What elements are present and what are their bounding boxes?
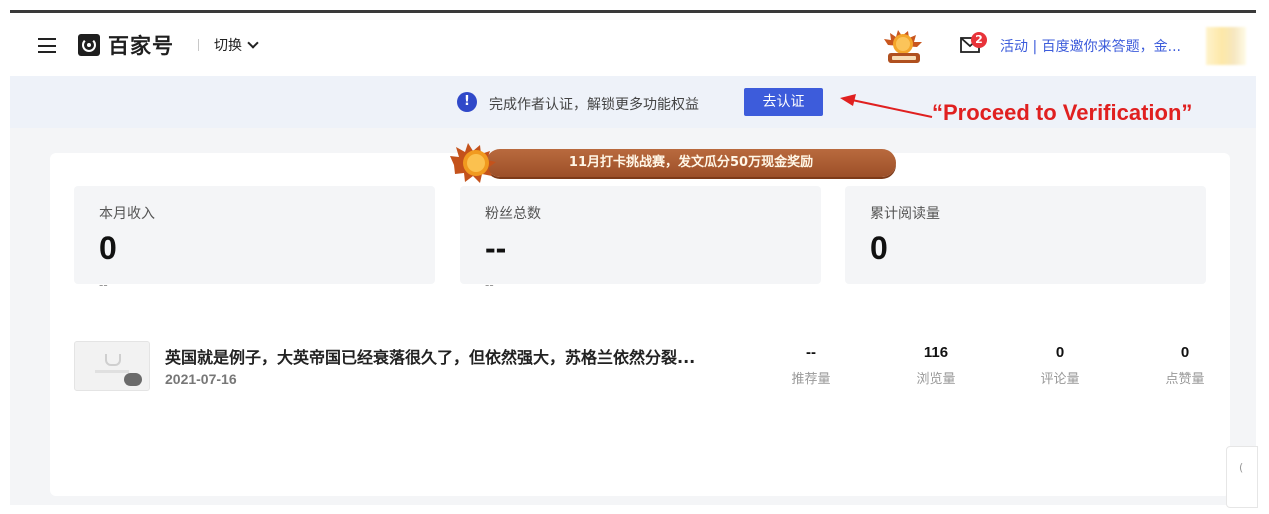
metric-comments: 0 评论量: [1020, 341, 1100, 387]
floating-side-widget[interactable]: (: [1226, 446, 1258, 508]
metric-value: 116: [923, 344, 949, 361]
stat-card-total-fans[interactable]: 粉丝总数 -- --: [460, 186, 821, 292]
stat-sub: --: [485, 278, 494, 292]
metric-value: 0: [1180, 344, 1190, 361]
metric-value: 0: [1055, 344, 1065, 361]
stat-card-monthly-income[interactable]: 本月收入 0 --: [74, 186, 435, 292]
top-header: 百家号 切换 2 活动 | 百度邀你来答题，金...: [10, 13, 1256, 76]
switch-label: 切换: [214, 38, 242, 54]
metric-value: --: [806, 344, 816, 361]
checkin-reward-badge-icon[interactable]: [882, 27, 926, 65]
logo-text: 百家号: [108, 34, 174, 58]
stat-label: 本月收入: [99, 206, 155, 222]
header-divider: [198, 39, 199, 51]
article-thumbnail: [74, 341, 150, 391]
autumn-leaf-coin-icon: [450, 143, 496, 183]
banner-text: 11月打卡挑战赛，发文瓜分50万现金奖励: [568, 155, 814, 170]
go-verify-button[interactable]: 去认证: [744, 88, 823, 116]
mail-unread-badge: 2: [971, 32, 987, 48]
metric-label: 推荐量: [791, 372, 831, 387]
stat-value: 0: [870, 230, 888, 266]
article-date: 2021-07-16: [165, 371, 237, 387]
info-exclamation-icon: !: [457, 92, 477, 112]
article-title[interactable]: 英国就是例子，大英帝国已经衰落很久了，但依然强大，苏格兰依然分裂...: [165, 344, 695, 368]
avatar[interactable]: [1206, 27, 1246, 65]
metric-views: 116 浏览量: [896, 341, 976, 387]
activity-link[interactable]: 活动 | 百度邀你来答题，金...: [1000, 36, 1181, 56]
hamburger-menu-icon[interactable]: [38, 38, 56, 53]
side-widget-glyph: (: [1239, 461, 1244, 474]
metric-label: 评论量: [1040, 372, 1080, 387]
baijiahao-logo[interactable]: 百家号: [78, 33, 174, 58]
stat-sub: --: [99, 278, 108, 292]
stat-label: 累计阅读量: [870, 206, 940, 222]
chevron-down-icon: [247, 37, 259, 49]
metric-recommend: -- 推荐量: [771, 341, 851, 387]
stat-value: --: [485, 230, 507, 266]
metric-label: 点赞量: [1165, 372, 1205, 387]
stat-label: 粉丝总数: [485, 206, 541, 222]
metric-likes: 0 点赞量: [1145, 341, 1225, 387]
annotation-label: “Proceed to Verification”: [932, 100, 1193, 125]
article-row[interactable]: 英国就是例子，大英帝国已经衰落很久了，但依然强大，苏格兰依然分裂... 2021…: [74, 341, 1214, 393]
stat-card-total-reads[interactable]: 累计阅读量 0: [845, 186, 1206, 284]
annotation-arrow-icon: [840, 94, 933, 118]
app-page: 百家号 切换 2 活动 | 百度邀你来答题，金... ! 完成作者认证，解锁更多…: [10, 13, 1256, 505]
baijiahao-logo-icon: [78, 34, 100, 56]
notice-text: 完成作者认证，解锁更多功能权益: [489, 97, 699, 113]
stat-value: 0: [99, 230, 117, 266]
metric-label: 浏览量: [916, 372, 956, 387]
thumbnail-logo-icon: [105, 354, 121, 366]
checkin-challenge-banner[interactable]: 11月打卡挑战赛，发文瓜分50万现金奖励: [450, 141, 900, 185]
thumbnail-placeholder-line: [95, 370, 129, 373]
image-count-icon: [124, 373, 142, 386]
switch-account-dropdown[interactable]: 切换: [214, 35, 259, 55]
